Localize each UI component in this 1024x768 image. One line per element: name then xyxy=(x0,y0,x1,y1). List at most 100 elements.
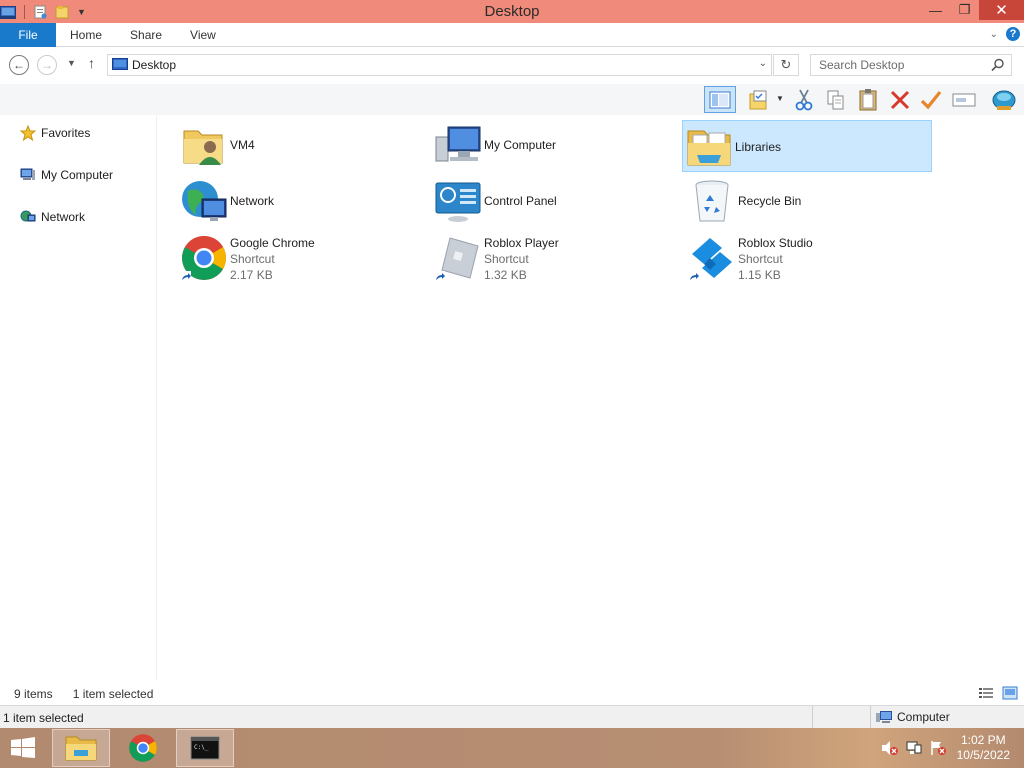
list-item-network[interactable]: Network xyxy=(178,175,428,227)
zone-label: Computer xyxy=(897,710,950,724)
system-tray: 1:02 PM 10/5/2022 xyxy=(881,728,1024,768)
scissors-icon xyxy=(795,89,813,110)
item-name: Roblox Studio xyxy=(738,236,813,250)
item-name: Roblox Player xyxy=(484,236,559,250)
nav-label-my-computer: My Computer xyxy=(41,168,114,182)
back-button[interactable]: ← xyxy=(9,55,29,75)
control-panel-icon xyxy=(435,182,481,222)
address-row: ← → ▼ ↑ Desktop ⌄ ↻ Search Desktop xyxy=(0,48,1024,84)
window-system-icon[interactable] xyxy=(0,5,16,19)
recent-locations-icon[interactable]: ▼ xyxy=(67,58,76,68)
volume-muted-icon[interactable] xyxy=(881,740,899,756)
item-name: Recycle Bin xyxy=(738,194,802,208)
address-path: Desktop xyxy=(132,58,177,72)
star-icon xyxy=(20,125,36,141)
item-name: Libraries xyxy=(735,140,782,154)
user-folder-icon xyxy=(183,130,223,165)
tab-view[interactable]: View xyxy=(176,28,230,42)
taskbar-chrome[interactable] xyxy=(114,729,172,767)
tab-home[interactable]: Home xyxy=(56,28,116,42)
command-toolbar: ▼ xyxy=(0,84,1024,115)
title-bar: ▼ Desktop — ❐ ✕ xyxy=(0,0,1024,23)
search-placeholder: Search Desktop xyxy=(819,58,905,72)
zone-indicator: Computer xyxy=(876,710,950,724)
address-bar[interactable]: Desktop ⌄ xyxy=(107,54,772,76)
taskbar-command-prompt[interactable]: C:\_ xyxy=(176,729,234,767)
list-item-control-panel[interactable]: Control Panel xyxy=(432,175,682,227)
taskbar-file-explorer[interactable] xyxy=(52,729,110,767)
search-icon[interactable] xyxy=(991,58,1005,75)
start-button[interactable] xyxy=(8,736,38,760)
clock-date: 10/5/2022 xyxy=(956,748,1010,762)
desktop-location-icon xyxy=(112,57,128,73)
action-center-flag-icon[interactable] xyxy=(929,740,947,756)
shortcut-arrow-icon xyxy=(180,271,191,282)
qat-separator xyxy=(24,4,25,19)
nav-item-my-computer[interactable]: My Computer xyxy=(20,167,113,183)
ribbon-right: ⌄ ? xyxy=(990,27,1020,41)
nav-item-network[interactable]: Network xyxy=(20,209,85,225)
list-item-roblox-studio[interactable]: Roblox Studio Shortcut 1.15 KB xyxy=(686,232,936,288)
large-icons-view-icon[interactable] xyxy=(1002,686,1018,700)
properties-icon[interactable] xyxy=(33,5,49,19)
expand-ribbon-icon[interactable]: ⌄ xyxy=(990,29,998,40)
address-dropdown-icon[interactable]: ⌄ xyxy=(759,58,767,69)
details-view-icon[interactable] xyxy=(978,686,994,700)
bottom-status-text: 1 item selected xyxy=(3,711,84,725)
globe-tool-icon xyxy=(992,90,1016,110)
preview-pane-icon xyxy=(709,91,731,108)
item-size: 1.15 KB xyxy=(738,268,781,282)
nav-item-favorites[interactable]: Favorites xyxy=(20,125,90,141)
chrome-taskbar-icon xyxy=(129,734,157,762)
tab-share[interactable]: Share xyxy=(116,28,176,42)
list-item-my-computer[interactable]: My Computer xyxy=(432,119,682,171)
list-item-google-chrome[interactable]: Google Chrome Shortcut 2.17 KB xyxy=(178,232,428,288)
list-item-roblox-player[interactable]: Roblox Player Shortcut 1.32 KB xyxy=(432,232,682,288)
network-small-icon xyxy=(20,210,36,222)
up-button[interactable]: ↑ xyxy=(88,55,95,71)
refresh-button[interactable]: ↻ xyxy=(773,54,799,76)
item-name: Control Panel xyxy=(484,194,557,208)
clipboard-icon xyxy=(859,88,877,110)
extra-tool-button[interactable] xyxy=(989,86,1019,113)
search-box[interactable]: Search Desktop xyxy=(810,54,1012,76)
close-button[interactable]: ✕ xyxy=(979,0,1024,20)
preview-pane-button[interactable] xyxy=(704,86,736,113)
recycle-bin-icon xyxy=(695,180,729,222)
item-name: Google Chrome xyxy=(230,236,315,250)
new-folder-icon[interactable] xyxy=(55,5,71,19)
cut-button[interactable] xyxy=(790,86,818,113)
item-name: Network xyxy=(230,194,275,208)
forward-button[interactable]: → xyxy=(37,55,57,75)
help-icon[interactable]: ? xyxy=(1006,27,1020,41)
organize-button[interactable] xyxy=(742,86,778,113)
organize-dropdown-icon[interactable]: ▼ xyxy=(776,94,784,103)
taskbar: C:\_ 1:02 PM 10/5/2022 xyxy=(0,728,1024,768)
list-item-libraries[interactable]: Libraries xyxy=(682,120,932,172)
delete-button[interactable] xyxy=(886,86,914,113)
copy-icon xyxy=(827,90,844,109)
quick-access-toolbar: ▼ xyxy=(0,0,86,23)
restore-button[interactable]: ❐ xyxy=(950,0,979,20)
list-item-vm4[interactable]: VM4 xyxy=(178,119,428,171)
window-title: Desktop xyxy=(484,3,540,20)
network-tray-icon[interactable] xyxy=(905,740,923,756)
status-bar: 9 items 1 item selected xyxy=(0,684,1024,704)
rename-button[interactable] xyxy=(950,86,978,113)
clock[interactable]: 1:02 PM 10/5/2022 xyxy=(957,733,1010,763)
shortcut-arrow-icon xyxy=(688,271,699,282)
minimize-button[interactable]: — xyxy=(921,0,950,20)
item-name: My Computer xyxy=(484,138,557,152)
libraries-icon xyxy=(687,130,731,166)
item-size: 1.32 KB xyxy=(484,268,527,282)
shortcut-arrow-icon xyxy=(434,271,445,282)
network-icon xyxy=(182,181,227,221)
qat-customize-icon[interactable]: ▼ xyxy=(77,7,86,17)
tab-file[interactable]: File xyxy=(0,22,56,47)
view-switcher xyxy=(978,686,1018,700)
list-item-recycle-bin[interactable]: Recycle Bin xyxy=(686,175,936,227)
copy-button[interactable] xyxy=(822,86,850,113)
item-type: Shortcut xyxy=(484,252,529,266)
properties-button[interactable] xyxy=(917,86,945,113)
paste-button[interactable] xyxy=(854,86,882,113)
